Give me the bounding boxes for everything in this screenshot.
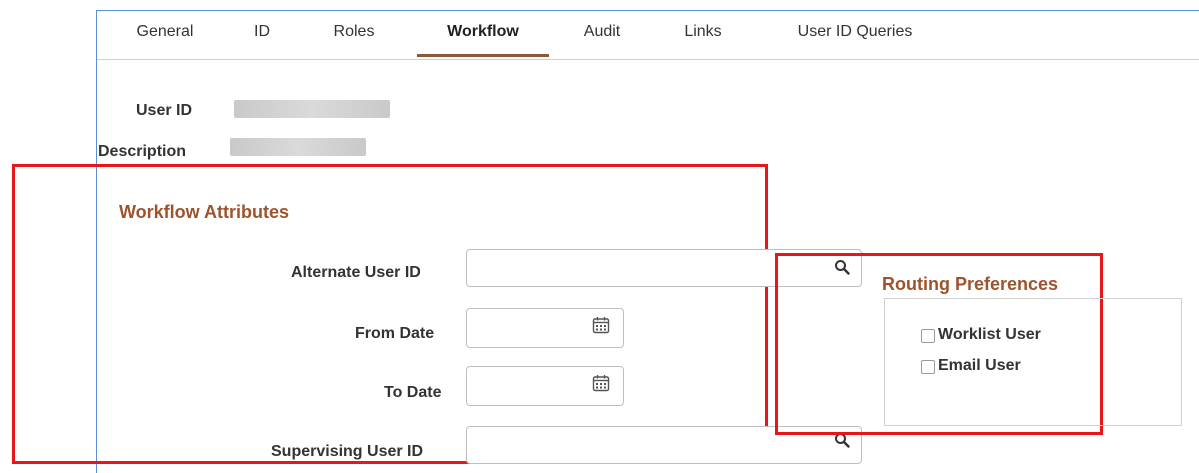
supervising-user-id-label: Supervising User ID	[271, 443, 424, 460]
from-date-label: From Date	[355, 325, 435, 342]
to-date-label: To Date	[384, 384, 442, 401]
user-id-value-redacted	[234, 100, 390, 118]
tab-workflow[interactable]: Workflow	[417, 11, 549, 59]
tab-user-id-queries[interactable]: User ID Queries	[785, 11, 925, 59]
description-label: Description	[98, 143, 187, 160]
alternate-user-id-label: Alternate User ID	[291, 264, 421, 281]
workflow-attributes-title: Workflow Attributes	[119, 202, 289, 222]
calendar-icon[interactable]	[592, 374, 610, 392]
tab-general[interactable]: General	[127, 11, 203, 59]
worklist-user-checkbox[interactable]	[921, 329, 935, 343]
tab-roles[interactable]: Roles	[329, 11, 379, 59]
email-user-label[interactable]: Email User	[938, 357, 1021, 375]
user-id-label: User ID	[136, 102, 193, 119]
worklist-user-label[interactable]: Worklist User	[938, 326, 1041, 344]
description-value-redacted	[230, 138, 366, 156]
tab-id[interactable]: ID	[247, 11, 277, 59]
calendar-icon[interactable]	[592, 316, 610, 334]
email-user-checkbox[interactable]	[921, 360, 935, 374]
tab-bar: General ID Roles Workflow Audit Links Us…	[97, 11, 1199, 60]
routing-preferences-title: Routing Preferences	[882, 274, 1059, 294]
tab-audit[interactable]: Audit	[577, 11, 627, 59]
tab-links[interactable]: Links	[680, 11, 726, 59]
